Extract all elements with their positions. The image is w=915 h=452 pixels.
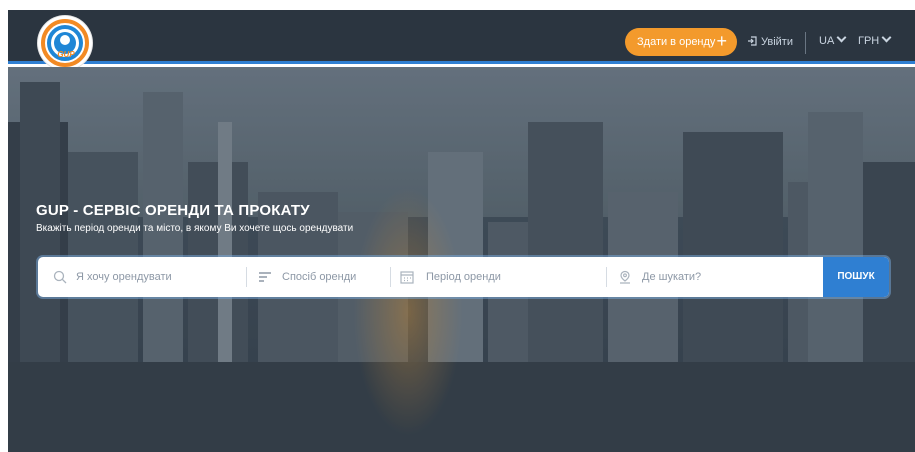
search-what-placeholder: Я хочу орендувати <box>76 271 172 283</box>
hero-subtitle: Вкажіть період оренди та місто, в якому … <box>36 223 354 234</box>
chevron-down-icon <box>836 32 847 43</box>
location-field[interactable]: Де шукати? <box>606 257 824 297</box>
logo-wordmark: GUP <box>57 50 75 59</box>
login-label: Увійти <box>761 36 793 48</box>
top-header: GUP Здати в оренду + Увійти UA ГРН <box>8 10 915 70</box>
calendar-icon <box>400 271 414 284</box>
location-placeholder: Де шукати? <box>642 271 702 283</box>
search-what-field[interactable]: Я хочу орендувати <box>38 257 246 297</box>
sort-lines-icon <box>259 272 271 282</box>
chevron-down-icon <box>881 32 892 43</box>
currency-value: ГРН <box>858 35 880 47</box>
rent-out-button[interactable]: Здати в оренду + <box>625 28 737 56</box>
rent-method-placeholder: Спосіб оренди <box>282 271 357 283</box>
plus-icon: + <box>716 31 727 51</box>
search-icon <box>53 270 67 284</box>
header-divider <box>805 32 806 54</box>
rent-period-placeholder: Період оренди <box>426 271 501 283</box>
hero-title: GUP - СЕРВІС ОРЕНДИ ТА ПРОКАТУ <box>36 202 310 219</box>
rent-period-field[interactable]: Період оренди <box>390 257 606 297</box>
currency-select[interactable]: ГРН <box>858 32 892 47</box>
hero-banner: GUP - СЕРВІС ОРЕНДИ ТА ПРОКАТУ Вкажіть п… <box>8 67 915 452</box>
login-icon <box>748 36 757 46</box>
rent-out-label: Здати в оренду <box>637 36 716 48</box>
gup-logo[interactable]: GUP <box>38 16 92 70</box>
language-value: UA <box>819 35 835 47</box>
rent-method-field[interactable]: Спосіб оренди <box>246 257 390 297</box>
login-link[interactable]: Увійти <box>747 35 793 48</box>
location-pin-icon <box>620 270 630 284</box>
search-bar: Я хочу орендувати Спосіб оренди Період о… <box>38 257 889 297</box>
search-button[interactable]: ПОШУК <box>823 257 889 297</box>
language-select[interactable]: UA <box>819 32 847 47</box>
